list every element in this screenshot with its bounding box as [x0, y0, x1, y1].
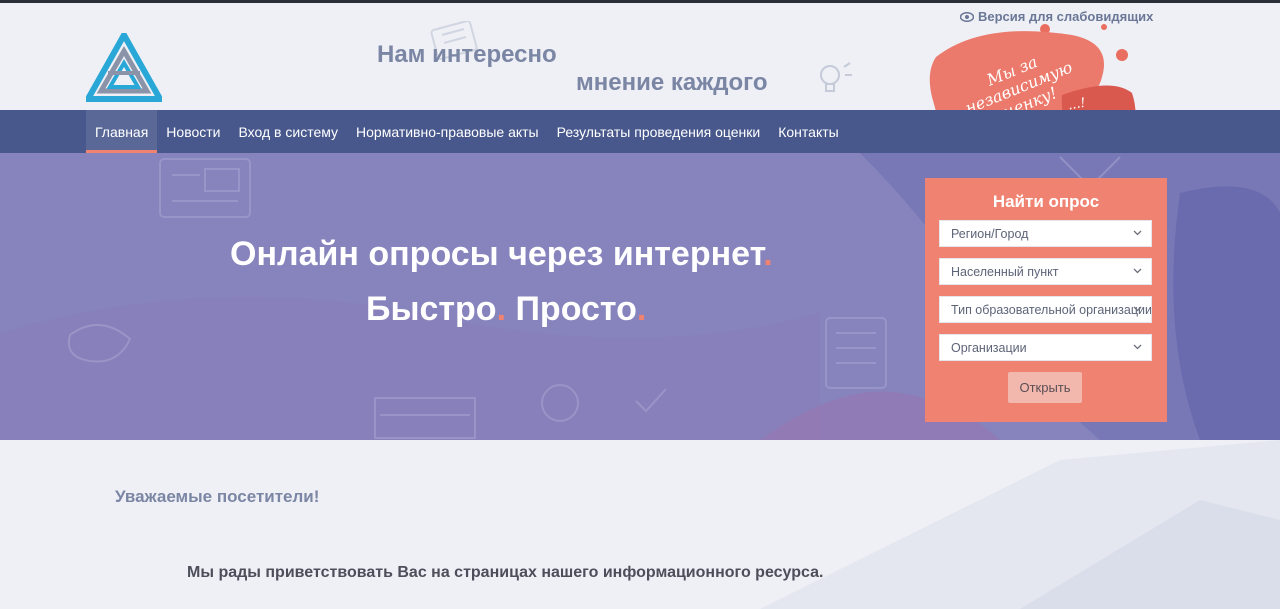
- site-header: Нам интересно мнение каждого Версия для …: [0, 3, 1280, 157]
- tagline-line1: Нам интересно: [377, 41, 557, 68]
- locality-select[interactable]: Населенный пункт: [939, 258, 1152, 285]
- survey-search-title: Найти опрос: [992, 192, 1100, 211]
- chevron-down-icon: [1133, 268, 1142, 274]
- chevron-down-icon: [1133, 344, 1142, 350]
- greeting-heading: Уважаемые посетители!: [115, 487, 320, 506]
- region-select[interactable]: Регион/Город: [939, 220, 1152, 247]
- welcome-text: Мы рады приветствовать Вас на страницах …: [187, 564, 824, 581]
- open-survey-button[interactable]: Открыть: [1008, 372, 1082, 403]
- hero-title-text: Онлайн опросы через интернет: [230, 235, 764, 273]
- organization-type-select-value: Тип образовательной организации: [951, 303, 1152, 317]
- nav-list: Главная Новости Вход в систему Нормативн…: [86, 110, 848, 153]
- hero-word-simple: Просто: [515, 290, 637, 328]
- nav-item-login[interactable]: Вход в систему: [230, 110, 348, 153]
- nav-item-legal-acts[interactable]: Нормативно-правовые акты: [347, 110, 548, 153]
- nav-item-home[interactable]: Главная: [86, 110, 158, 153]
- hero-word-fast: Быстро: [366, 290, 497, 328]
- nav-item-assessment-results[interactable]: Результаты проведения оценки: [548, 110, 770, 153]
- lightbulb-decoration-icon: [820, 62, 852, 92]
- locality-select-value: Населенный пункт: [951, 265, 1059, 279]
- survey-search-panel: Найти опрос Регион/Город Населенный пунк…: [925, 178, 1167, 422]
- chevron-down-icon: [1133, 230, 1142, 236]
- chevron-down-icon: [1133, 306, 1142, 312]
- content-background-decoration: [760, 440, 1280, 609]
- nav-item-news[interactable]: Новости: [157, 110, 229, 153]
- site-logo[interactable]: [86, 33, 162, 103]
- nav-item-contacts[interactable]: Контакты: [769, 110, 847, 153]
- organizations-select-value: Организации: [951, 341, 1027, 355]
- hero-dot: .: [496, 290, 507, 328]
- hero-title: Онлайн опросы через интернет.: [230, 235, 773, 274]
- region-select-value: Регион/Город: [951, 227, 1029, 241]
- hero-dot: .: [636, 290, 647, 328]
- content-section: [0, 440, 1280, 609]
- organization-type-select[interactable]: Тип образовательной организации: [939, 296, 1152, 323]
- organizations-select[interactable]: Организации: [939, 334, 1152, 361]
- hero-dot: .: [763, 235, 773, 273]
- tagline-line2: мнение каждого: [576, 69, 768, 96]
- main-navigation: Главная Новости Вход в систему Нормативн…: [0, 110, 1280, 153]
- hero-subtitle: Быстро. Просто.: [366, 290, 646, 329]
